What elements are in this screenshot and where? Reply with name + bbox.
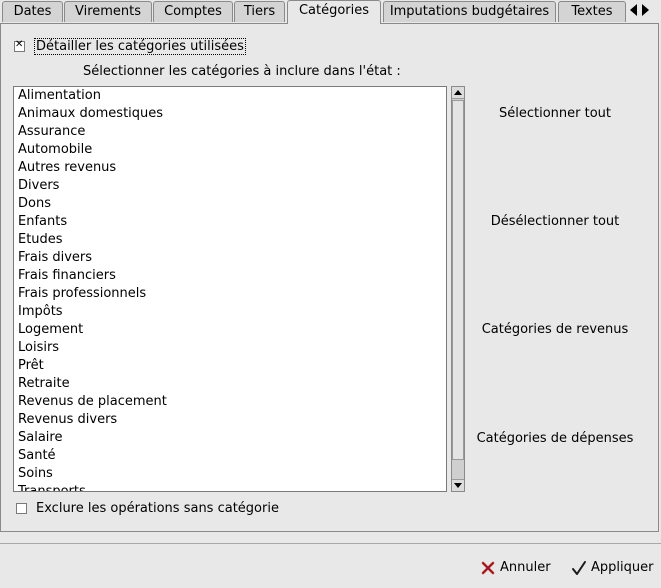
list-item[interactable]: Revenus de placement — [14, 393, 446, 411]
cancel-icon — [480, 560, 496, 576]
apply-label: Appliquer — [591, 560, 654, 575]
list-item[interactable]: Assurance — [14, 123, 446, 141]
categories-list-scrollbar[interactable] — [451, 86, 465, 492]
list-item[interactable]: Frais professionnels — [14, 285, 446, 303]
scrollbar-thumb[interactable] — [452, 100, 464, 460]
instruction-label: Sélectionner les catégories à inclure da… — [83, 64, 401, 79]
list-item[interactable]: Impôts — [14, 303, 446, 321]
list-item[interactable]: Animaux domestiques — [14, 105, 446, 123]
scroll-down-button[interactable] — [452, 479, 464, 491]
arrow-down-icon — [454, 483, 462, 488]
footer-separator — [0, 543, 661, 544]
expense-categories-button[interactable]: Catégories de dépenses — [470, 429, 640, 449]
list-item[interactable]: Soins — [14, 465, 446, 483]
list-item[interactable]: Automobile — [14, 141, 446, 159]
tab-scroll-left-icon[interactable] — [630, 4, 637, 16]
tab-bar: Dates Virements Comptes Tiers Catégories… — [0, 0, 661, 24]
tab-categories[interactable]: Catégories — [287, 0, 381, 24]
select-all-button[interactable]: Sélectionner tout — [470, 104, 640, 124]
list-item[interactable]: Santé — [14, 447, 446, 465]
income-categories-button[interactable]: Catégories de revenus — [470, 320, 640, 340]
exclude-no-category-checkbox[interactable] — [16, 502, 27, 514]
list-item[interactable]: Enfants — [14, 213, 446, 231]
list-item[interactable]: Frais financiers — [14, 267, 446, 285]
exclude-no-category-label[interactable]: Exclure les opérations sans catégorie — [36, 501, 279, 516]
list-item[interactable]: Alimentation — [14, 87, 446, 105]
tab-virements[interactable]: Virements — [64, 1, 152, 22]
list-item[interactable]: Logement — [14, 321, 446, 339]
list-item[interactable]: Autres revenus — [14, 159, 446, 177]
detail-categories-label[interactable]: Détailler les catégories utilisées — [34, 37, 246, 55]
list-item[interactable]: Loisirs — [14, 339, 446, 357]
tab-comptes[interactable]: Comptes — [153, 1, 233, 22]
list-item[interactable]: Frais divers — [14, 249, 446, 267]
categories-list[interactable]: Alimentation Animaux domestiques Assuran… — [13, 86, 447, 492]
detail-categories-checkbox-row[interactable]: Détailler les catégories utilisées — [14, 37, 246, 55]
tab-scroll-arrows — [627, 2, 661, 20]
list-item[interactable]: Retraite — [14, 375, 446, 393]
cancel-label: Annuler — [500, 560, 551, 575]
list-item[interactable]: Divers — [14, 177, 446, 195]
list-item[interactable]: Transports — [14, 483, 446, 491]
tab-dates[interactable]: Dates — [2, 1, 63, 22]
arrow-up-icon — [454, 90, 462, 95]
list-item[interactable]: Prêt — [14, 357, 446, 375]
exclude-no-category-checkbox-row[interactable]: Exclure les opérations sans catégorie — [16, 499, 279, 517]
list-item[interactable]: Salaire — [14, 429, 446, 447]
cancel-button[interactable]: Annuler — [480, 557, 551, 579]
checkmark-icon — [571, 560, 587, 576]
detail-categories-checkbox[interactable] — [14, 39, 25, 52]
apply-button[interactable]: Appliquer — [571, 557, 653, 579]
scroll-up-button[interactable] — [452, 87, 464, 99]
list-item[interactable]: Revenus divers — [14, 411, 446, 429]
tab-scroll-right-icon[interactable] — [642, 4, 649, 16]
tab-tiers[interactable]: Tiers — [234, 1, 285, 22]
deselect-all-button[interactable]: Désélectionner tout — [470, 212, 640, 232]
tab-textes[interactable]: Textes — [558, 1, 626, 22]
list-item[interactable]: Dons — [14, 195, 446, 213]
tab-imputations-budgetaires[interactable]: Imputations budgétaires — [383, 1, 556, 22]
list-item[interactable]: Etudes — [14, 231, 446, 249]
